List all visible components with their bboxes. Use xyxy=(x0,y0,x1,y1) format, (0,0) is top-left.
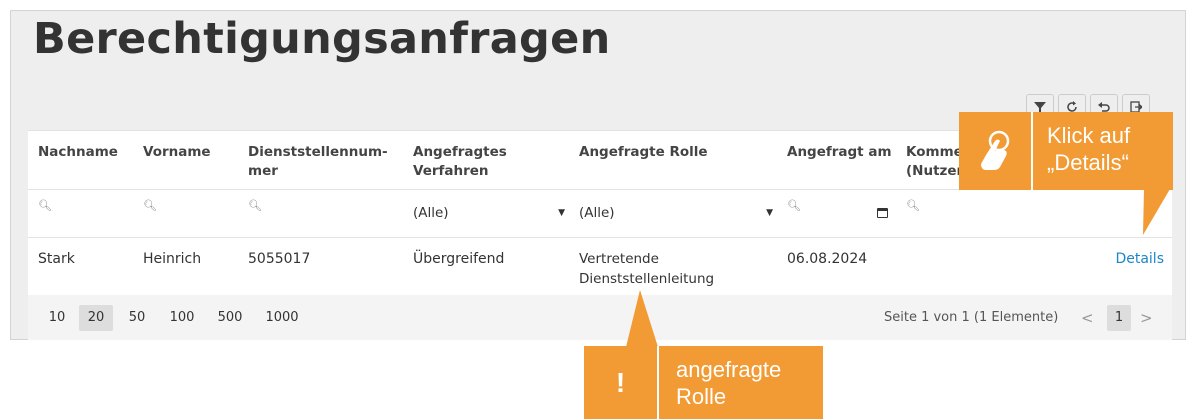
page-size-20[interactable]: 20 xyxy=(79,305,113,331)
page-button-1[interactable]: 1 xyxy=(1107,305,1131,331)
pager-info: Seite 1 von 1 (1 Elemente) xyxy=(884,310,1059,325)
col-header-dienststellennummer[interactable]: Dienststellennum- mer xyxy=(248,143,388,181)
page-size-100[interactable]: 100 xyxy=(164,305,200,331)
chevron-down-icon: ▼ xyxy=(766,208,773,218)
filter-verfahren-value: (Alle) xyxy=(413,205,449,221)
filter-vorname-search-icon[interactable]: 🔍︎ xyxy=(143,199,157,212)
exclamation-icon: ! xyxy=(584,346,659,419)
cell-dienststellennummer: 5055017 xyxy=(248,251,311,267)
cell-angefragt-am: 06.08.2024 xyxy=(787,251,868,267)
col-header-verfahren[interactable]: Angefragtes Verfahren xyxy=(413,143,507,181)
rolle-callout-text: angefragte Rolle xyxy=(676,357,782,409)
cell-verfahren: Übergreifend xyxy=(413,251,505,267)
page-title: Berechtigungsanfragen xyxy=(33,14,611,64)
col-header-rolle[interactable]: Angefragte Rolle xyxy=(579,143,708,162)
page-size-50[interactable]: 50 xyxy=(122,305,152,331)
filter-verfahren-select[interactable]: (Alle) ▼ xyxy=(413,205,565,221)
cell-vorname: Heinrich xyxy=(143,251,202,267)
cell-nachname: Stark xyxy=(38,251,75,267)
col-header-nachname[interactable]: Nachname xyxy=(38,143,118,162)
filter-kommentar-search-icon[interactable]: 🔍︎ xyxy=(906,199,920,212)
rolle-callout: ! angefragte Rolle xyxy=(584,346,823,419)
page-size-500[interactable]: 500 xyxy=(212,305,248,331)
cell-rolle: Vertretende Dienststellenleitung xyxy=(579,251,715,287)
details-callout-text: Klick auf „Details“ xyxy=(1047,123,1131,175)
chevron-down-icon: ▼ xyxy=(558,208,565,218)
page-size-10[interactable]: 10 xyxy=(42,305,72,331)
filter-datum-search-icon[interactable]: 🔍︎ xyxy=(787,199,801,212)
page-size-1000[interactable]: 1000 xyxy=(260,305,304,331)
details-link[interactable]: Details xyxy=(1115,249,1164,269)
next-page-icon[interactable]: > xyxy=(1140,305,1153,331)
col-header-kommentar[interactable]: Komme (Nutzer xyxy=(906,143,963,181)
calendar-icon[interactable] xyxy=(877,208,888,218)
col-header-angefragt-am[interactable]: Angefragt am xyxy=(787,143,892,162)
prev-page-icon[interactable]: < xyxy=(1081,305,1094,331)
filter-rolle-select[interactable]: (Alle) ▼ xyxy=(579,205,773,221)
filter-rolle-value: (Alle) xyxy=(579,205,615,221)
table-row[interactable]: Stark Heinrich 5055017 Übergreifend Vert… xyxy=(28,237,1172,296)
filter-dienststelle-search-icon[interactable]: 🔍︎ xyxy=(248,199,262,212)
col-header-vorname[interactable]: Vorname xyxy=(143,143,211,162)
hand-pointer-icon xyxy=(959,112,1033,190)
pager: 10 20 50 100 500 1000 Seite 1 von 1 (1 E… xyxy=(28,295,1172,340)
filter-nachname-search-icon[interactable]: 🔍︎ xyxy=(38,199,52,212)
details-callout: Klick auf „Details“ xyxy=(959,112,1173,190)
grid-filter-row: 🔍︎ 🔍︎ 🔍︎ (Alle) ▼ (Alle) ▼ 🔍︎ 🔍︎ xyxy=(28,189,1172,238)
